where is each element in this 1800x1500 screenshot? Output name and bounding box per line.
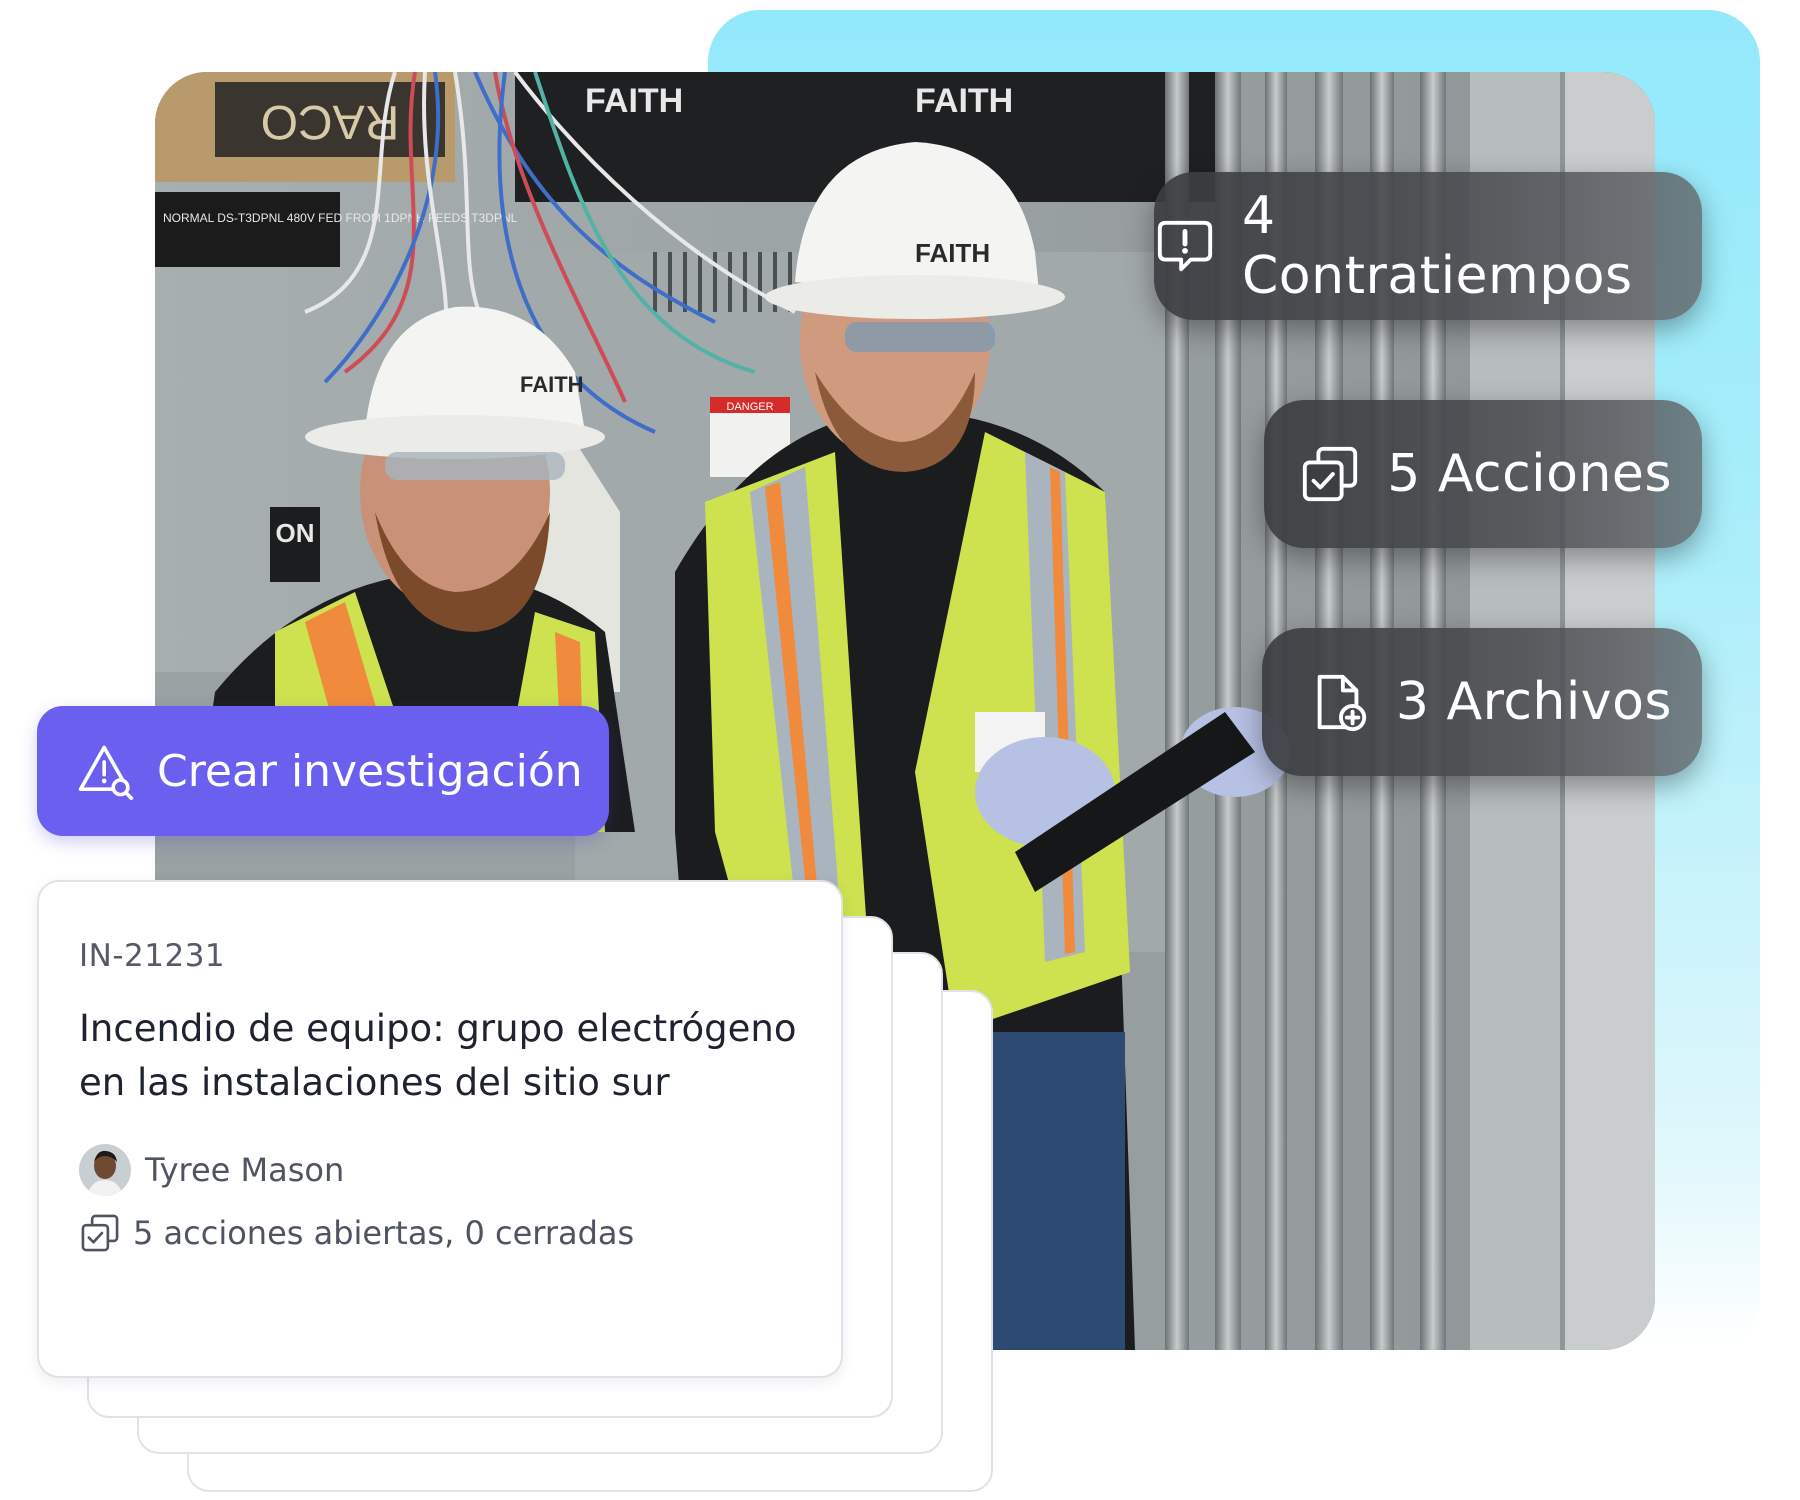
bag-brand-1: FAITH xyxy=(585,82,683,120)
bag-brand-2: FAITH xyxy=(915,82,1013,120)
incident-id: IN-21231 xyxy=(79,938,226,974)
setbacks-pill[interactable]: 4 Contratiempos xyxy=(1154,172,1702,320)
file-plus-icon xyxy=(1317,674,1367,732)
incident-author-row: Tyree Mason xyxy=(79,1144,801,1196)
incident-title: Incendio de equipo: grupo electrógeno en… xyxy=(79,1007,797,1104)
copy-check-icon xyxy=(1303,446,1358,502)
hat-brand-right: FAITH xyxy=(915,238,990,268)
create-investigation-button[interactable]: Crear investigación xyxy=(37,706,609,836)
message-alert-icon xyxy=(1157,220,1213,272)
actions-pill[interactable]: 5 Acciones xyxy=(1264,400,1702,548)
files-pill[interactable]: 3 Archivos xyxy=(1262,628,1702,776)
avatar xyxy=(79,1144,131,1196)
files-label: 3 Archivos xyxy=(1395,672,1672,732)
actions-label: 5 Acciones xyxy=(1387,444,1672,504)
copy-check-icon xyxy=(81,1214,119,1252)
create-investigation-label: Crear investigación xyxy=(157,745,583,797)
incident-actions-summary: 5 acciones abiertas, 0 cerradas xyxy=(133,1214,635,1252)
incident-card[interactable]: IN-21231 Incendio de equipo: grupo elect… xyxy=(37,880,843,1378)
setbacks-label: 4 Contratiempos xyxy=(1242,186,1633,306)
on-switch: ON xyxy=(276,518,315,548)
warning-search-icon xyxy=(78,745,134,800)
danger-sticker: DANGER xyxy=(726,401,773,413)
incident-actions-row: 5 acciones abiertas, 0 cerradas xyxy=(79,1212,801,1254)
incident-author-name: Tyree Mason xyxy=(145,1151,345,1189)
hat-brand-left: FAITH xyxy=(520,372,584,397)
raco-text: RACO xyxy=(261,95,400,148)
panel-label: NORMAL DS-T3DPNL 480V FED FROM 1DPNH FEE… xyxy=(163,211,518,225)
